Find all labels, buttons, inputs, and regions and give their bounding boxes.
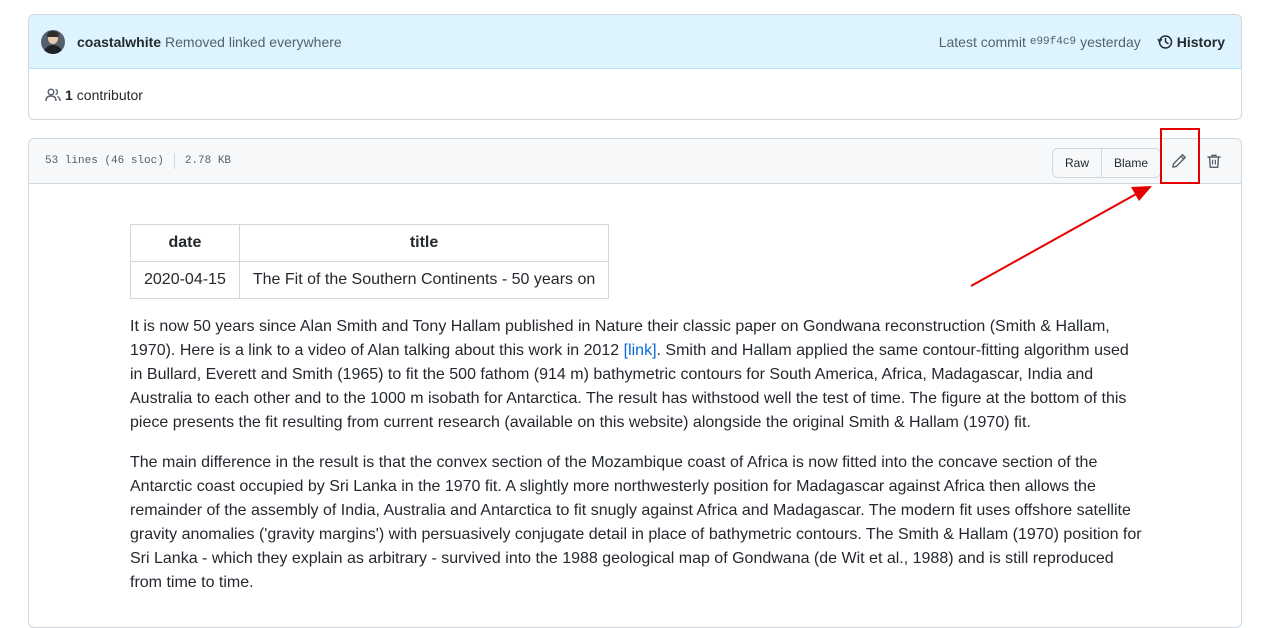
annotation-arrow (970, 186, 1152, 287)
